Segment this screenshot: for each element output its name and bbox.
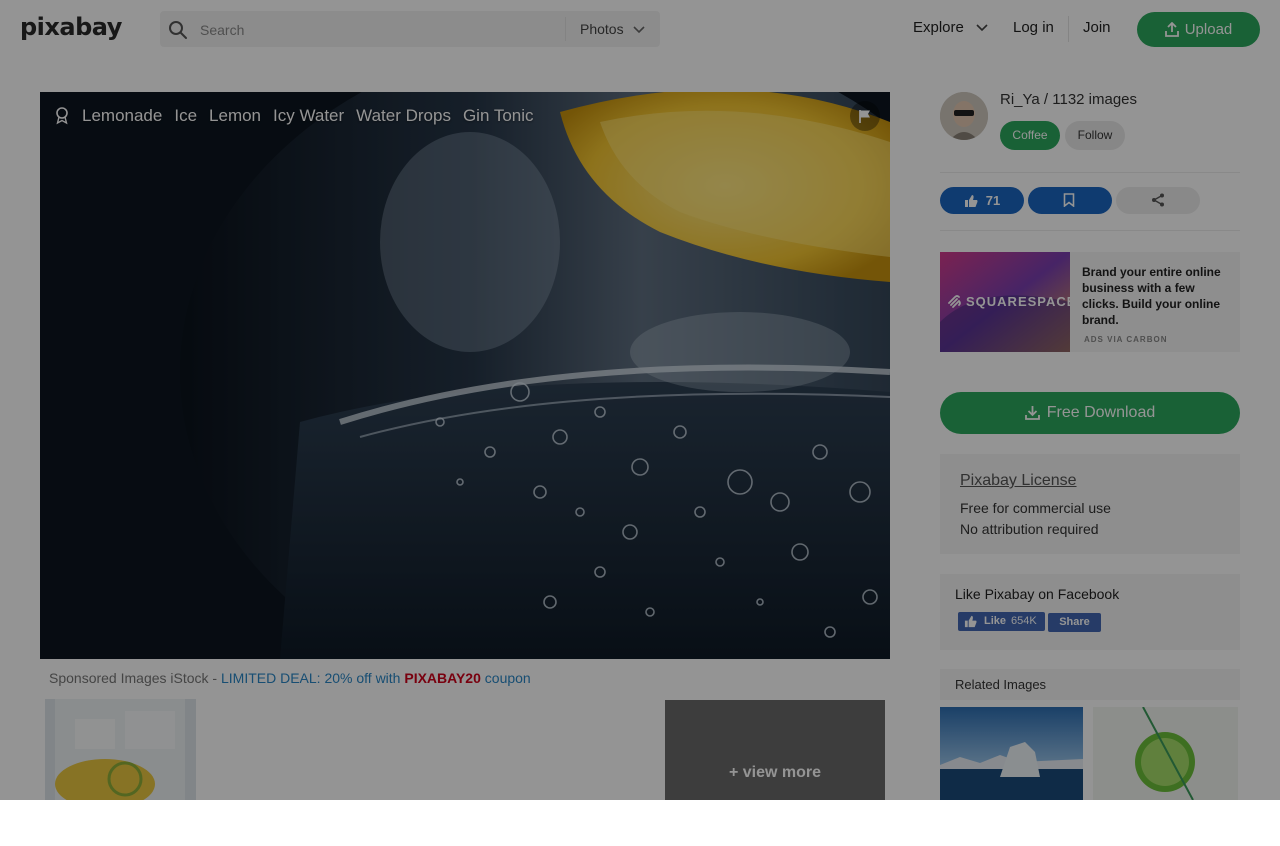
sponsored-prefix: Sponsored Images iStock - xyxy=(49,670,221,686)
tag-link[interactable]: Lemon xyxy=(209,106,261,126)
search-icon[interactable] xyxy=(168,20,188,40)
ad-copy[interactable]: Brand your entire online business with a… xyxy=(1082,264,1232,328)
related-image[interactable] xyxy=(1093,707,1238,800)
like-button[interactable]: 71 xyxy=(940,187,1024,214)
thumbs-up-icon xyxy=(964,615,977,628)
photo-tags: Lemonade Ice Lemon Icy Water Water Drops… xyxy=(54,105,546,127)
facebook-like-button[interactable]: Like 654K xyxy=(958,612,1045,631)
site-header: pixabay Photos Explore Log in Join Uploa… xyxy=(0,0,1280,58)
tag-link[interactable]: Gin Tonic xyxy=(463,106,534,126)
search-input[interactable] xyxy=(198,11,522,49)
facebook-like-count: 654K xyxy=(1011,615,1037,627)
view-more-button[interactable]: + view more xyxy=(665,700,885,800)
ad-attribution[interactable]: ADS VIA CARBON xyxy=(1084,335,1167,344)
ad-image: SQUARESPACE xyxy=(940,252,1070,352)
divider xyxy=(940,230,1240,231)
pixabay-logo[interactable]: pixabay xyxy=(20,13,122,41)
main-photo[interactable]: Lemonade Ice Lemon Icy Water Water Drops… xyxy=(40,92,890,659)
chevron-down-icon xyxy=(633,26,646,34)
deal-link[interactable]: LIMITED DEAL: 20% off with xyxy=(221,670,404,686)
tag-link[interactable]: Lemonade xyxy=(82,106,162,126)
award-badge-icon xyxy=(56,107,68,125)
explore-menu[interactable]: Explore xyxy=(913,19,988,36)
upload-label: Upload xyxy=(1184,21,1233,38)
related-header: Related Images xyxy=(940,669,1240,700)
share-icon xyxy=(1152,193,1164,207)
related-image-lime-drink xyxy=(1093,707,1238,800)
tag-link[interactable]: Ice xyxy=(174,106,197,126)
sponsored-image-graphic xyxy=(45,699,196,800)
chevron-down-icon xyxy=(976,24,988,32)
download-label: Free Download xyxy=(1046,404,1156,421)
avatar-image xyxy=(940,92,988,140)
tag-link[interactable]: Water Drops xyxy=(356,106,451,126)
coupon-suffix[interactable]: coupon xyxy=(481,670,531,686)
facebook-title: Like Pixabay on Facebook xyxy=(955,586,1120,602)
search-divider xyxy=(565,17,566,41)
photo-image xyxy=(40,92,890,659)
tag-link[interactable]: Icy Water xyxy=(273,106,344,126)
facebook-share-button[interactable]: Share xyxy=(1048,613,1101,632)
download-icon xyxy=(1024,406,1040,420)
flag-icon xyxy=(859,110,870,123)
related-image[interactable] xyxy=(940,707,1083,800)
sponsored-banner: Sponsored Images iStock - LIMITED DEAL: … xyxy=(49,670,531,686)
license-box: Pixabay License Free for commercial use … xyxy=(940,454,1240,554)
license-attribution: No attribution required xyxy=(960,521,1099,537)
explore-label: Explore xyxy=(913,19,964,36)
report-button[interactable] xyxy=(850,101,880,131)
coffee-button[interactable]: Coffee xyxy=(1000,121,1060,150)
search-category-label: Photos xyxy=(580,21,624,37)
sponsored-image[interactable] xyxy=(45,699,196,800)
thumbs-up-icon xyxy=(964,195,978,207)
nav-divider xyxy=(1068,16,1069,42)
login-link[interactable]: Log in xyxy=(1013,19,1054,36)
license-commercial-use: Free for commercial use xyxy=(960,500,1111,516)
free-download-button[interactable]: Free Download xyxy=(940,392,1240,434)
license-link[interactable]: Pixabay License xyxy=(960,472,1077,490)
squarespace-logo-icon xyxy=(948,295,961,308)
author-link[interactable]: Ri_Ya / 1132 images xyxy=(1000,91,1137,108)
share-button[interactable] xyxy=(1116,187,1200,214)
related-image-iceberg xyxy=(940,707,1083,800)
facebook-box: Like Pixabay on Facebook Like 654K Share xyxy=(940,574,1240,650)
coupon-code[interactable]: PIXABAY20 xyxy=(404,670,481,686)
divider xyxy=(940,172,1240,173)
join-link[interactable]: Join xyxy=(1083,19,1111,36)
like-count: 71 xyxy=(985,193,1001,208)
upload-button[interactable]: Upload xyxy=(1137,12,1260,47)
upload-icon xyxy=(1164,21,1179,37)
ad-brand-text: SQUARESPACE xyxy=(966,294,1070,309)
facebook-like-label: Like xyxy=(984,615,1007,627)
carbon-ad[interactable]: SQUARESPACE Brand your entire online bus… xyxy=(940,252,1240,352)
follow-button[interactable]: Follow xyxy=(1065,121,1125,150)
bookmark-button[interactable] xyxy=(1028,187,1112,214)
search-category-select[interactable]: Photos xyxy=(580,11,646,47)
avatar[interactable] xyxy=(940,92,988,140)
bookmark-icon xyxy=(1063,193,1075,207)
related-title: Related Images xyxy=(955,677,1047,692)
search-bar: Photos xyxy=(160,11,660,49)
